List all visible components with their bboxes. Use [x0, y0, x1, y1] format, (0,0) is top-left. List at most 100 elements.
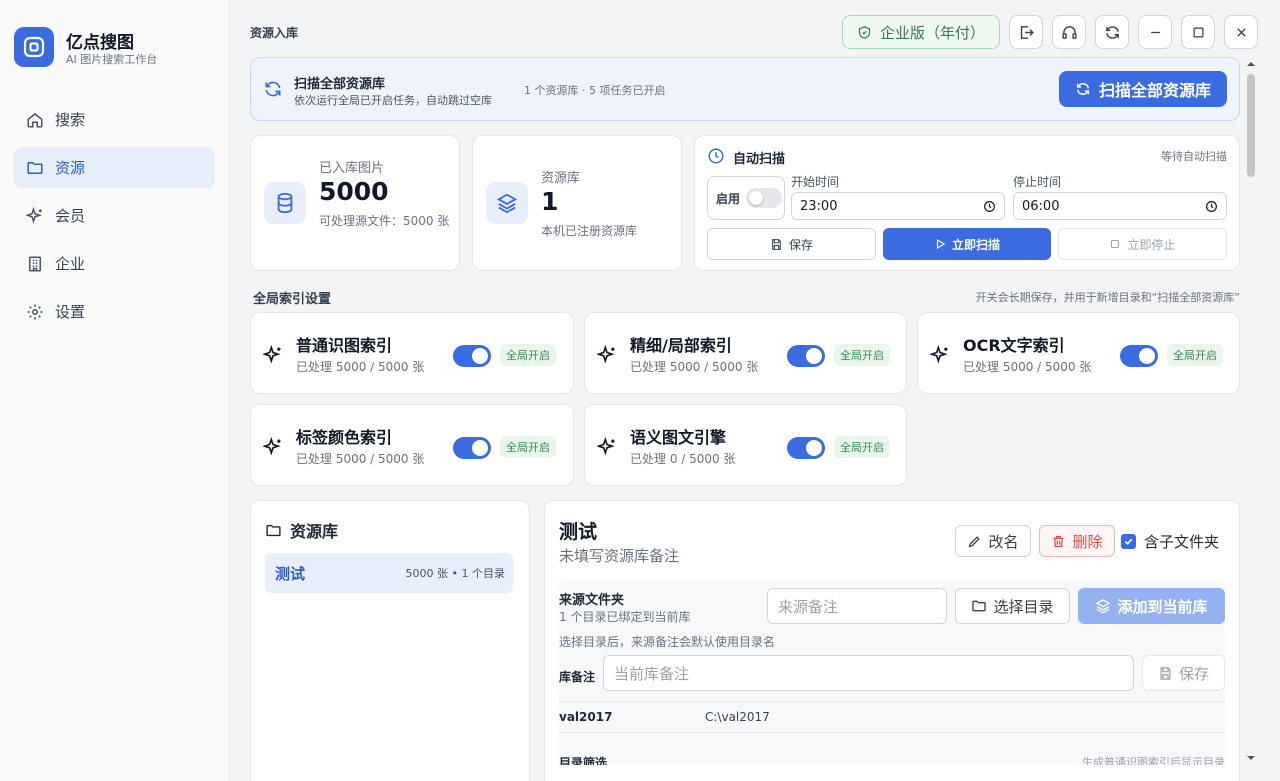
- library-detail-remark: 未填写资源库备注: [559, 547, 680, 565]
- auto-scan-enable[interactable]: 启用: [707, 176, 785, 220]
- scrollbar[interactable]: [1244, 57, 1258, 765]
- library-item-name: 测试: [275, 564, 306, 583]
- scroll-up-icon[interactable]: [1244, 59, 1258, 69]
- stop-now-button[interactable]: 立即停止: [1058, 228, 1227, 260]
- stop-now-label: 立即停止: [1127, 237, 1176, 252]
- logout-button[interactable]: [1009, 15, 1043, 49]
- nav-item-settings[interactable]: 设置: [14, 291, 215, 332]
- nav-item-membership[interactable]: 会员: [14, 195, 215, 236]
- stat-label: 已入库图片: [319, 161, 385, 176]
- breadcrumb: 资源入库: [250, 26, 299, 40]
- sidebar-nav: 搜索 资源 会员 企业 设置: [14, 99, 215, 339]
- edition-badge[interactable]: 企业版（年付）: [841, 15, 1000, 49]
- scrollbar-thumb[interactable]: [1247, 74, 1255, 177]
- stat-icon-wrap: [486, 182, 528, 224]
- library-note-placeholder: 当前库备注: [614, 664, 690, 683]
- status-badge: 全局开启: [500, 436, 556, 458]
- directory-filter-title: 目录筛选: [559, 756, 608, 765]
- directory-name: val2017: [559, 710, 613, 724]
- library-note-input[interactable]: 当前库备注: [603, 655, 1134, 691]
- scan-now-label: 立即扫描: [951, 237, 1000, 252]
- home-icon: [27, 112, 43, 127]
- maximize-button[interactable]: [1181, 15, 1215, 49]
- auto-scan-save-button[interactable]: 保存: [707, 228, 876, 260]
- index-toggle[interactable]: [1120, 345, 1158, 367]
- index-progress: 已处理 5000 / 5000 张: [963, 360, 1092, 374]
- index-toggle[interactable]: [787, 345, 825, 367]
- nav-item-resources[interactable]: 资源: [14, 147, 215, 188]
- source-folder-panel: 来源文件夹 1 个目录已绑定到当前库 来源备注 选择目录 添加到当前库 选择目录…: [559, 579, 1225, 765]
- delete-button[interactable]: 删除: [1039, 525, 1115, 557]
- library-detail-title: 测试: [559, 521, 598, 543]
- include-subfolders-checkbox[interactable]: 含子文件夹: [1121, 531, 1219, 552]
- edition-label: 企业版（年付）: [879, 23, 985, 42]
- index-toggle[interactable]: [453, 437, 491, 459]
- refresh-icon: [1076, 83, 1090, 95]
- sparkle-icon: [930, 345, 948, 364]
- library-note-save-label: 保存: [1178, 664, 1209, 683]
- stat-icon-wrap: [264, 182, 306, 224]
- nav-item-enterprise[interactable]: 企业: [14, 243, 215, 284]
- index-progress: 已处理 0 / 5000 张: [630, 452, 736, 466]
- stat-value: 1: [541, 187, 559, 216]
- index-name: 语义图文引擎: [630, 428, 727, 447]
- folder-icon: [266, 524, 281, 536]
- index-toggle[interactable]: [787, 437, 825, 459]
- index-card: 语义图文引擎 已处理 0 / 5000 张 全局开启: [584, 404, 907, 486]
- support-button[interactable]: [1052, 15, 1086, 49]
- stat-desc: 本机已注册资源库: [541, 224, 638, 238]
- database-icon: [277, 192, 293, 214]
- start-time-input[interactable]: 23:00: [791, 192, 1005, 220]
- sparkle-icon: [263, 437, 281, 456]
- scan-all-button[interactable]: 扫描全部资源库: [1059, 71, 1227, 107]
- layers-icon: [496, 193, 518, 214]
- play-icon: [936, 238, 946, 250]
- save-icon: [772, 238, 781, 250]
- delete-label: 删除: [1072, 532, 1103, 551]
- nav-label: 企业: [55, 255, 86, 273]
- main-content: 资源入库 企业版（年付） 扫描全部资源库 依次运行全局已开启任务，自动跳过空库 …: [230, 0, 1280, 781]
- index-progress: 已处理 5000 / 5000 张: [296, 360, 425, 374]
- nav-label: 搜索: [55, 111, 86, 129]
- index-name: 标签颜色索引: [296, 428, 393, 447]
- add-to-library-button[interactable]: 添加到当前库: [1078, 588, 1225, 624]
- close-button[interactable]: [1224, 15, 1258, 49]
- enable-toggle[interactable]: [746, 188, 783, 208]
- nav-label: 设置: [55, 303, 86, 321]
- minimize-button[interactable]: [1138, 15, 1172, 49]
- add-to-library-label: 添加到当前库: [1117, 597, 1208, 616]
- refresh-button[interactable]: [1095, 15, 1129, 49]
- global-index-note: 开关会长期保存，并用于新增目录和“扫描全部资源库”: [975, 291, 1240, 304]
- check-icon: [1124, 538, 1133, 545]
- app-window: 亿点搜图 AI 图片搜索工作台 搜索 资源 会员 企业 设置 资源入库 企业版（…: [0, 0, 1280, 781]
- shield-check-icon: [858, 25, 871, 39]
- library-item[interactable]: 测试 5000 张 • 1 个目录: [265, 553, 513, 593]
- index-progress: 已处理 5000 / 5000 张: [296, 452, 425, 466]
- logout-icon: [1020, 25, 1034, 39]
- stop-icon: [1111, 239, 1120, 249]
- scan-all-meta: 1 个资源库 · 5 项任务已开启: [524, 84, 666, 97]
- library-note-save-button[interactable]: 保存: [1142, 655, 1225, 691]
- clock-icon: [1206, 200, 1217, 212]
- scan-now-button[interactable]: 立即扫描: [883, 228, 1051, 260]
- auto-scan-status: 等待自动扫描: [1161, 150, 1227, 163]
- index-toggle[interactable]: [453, 345, 491, 367]
- nav-item-search[interactable]: 搜索: [14, 99, 215, 140]
- sparkle-icon: [597, 345, 615, 364]
- directory-row[interactable]: val2017 C:\val2017: [559, 701, 1225, 733]
- source-remark-input[interactable]: 来源备注: [767, 588, 947, 624]
- app-logo: [14, 27, 54, 67]
- scroll-down-icon[interactable]: [1244, 753, 1258, 763]
- close-icon: [1236, 27, 1246, 37]
- library-detail-viewport: 测试 未填写资源库备注 改名 删除 含子文件夹 来源文件夹 1 个目录已绑定到当…: [545, 501, 1239, 765]
- stop-time-input[interactable]: 06:00: [1013, 192, 1227, 220]
- save-icon: [1160, 666, 1171, 680]
- nav-label: 会员: [55, 207, 86, 225]
- stat-card-images: 已入库图片 5000 可处理源文件：5000 张: [250, 135, 460, 271]
- enable-label: 启用: [716, 191, 741, 206]
- refresh-icon: [265, 81, 281, 97]
- checkbox-checked[interactable]: [1121, 534, 1136, 549]
- choose-directory-label: 选择目录: [993, 597, 1054, 616]
- choose-directory-button[interactable]: 选择目录: [955, 588, 1070, 624]
- rename-button[interactable]: 改名: [955, 525, 1031, 557]
